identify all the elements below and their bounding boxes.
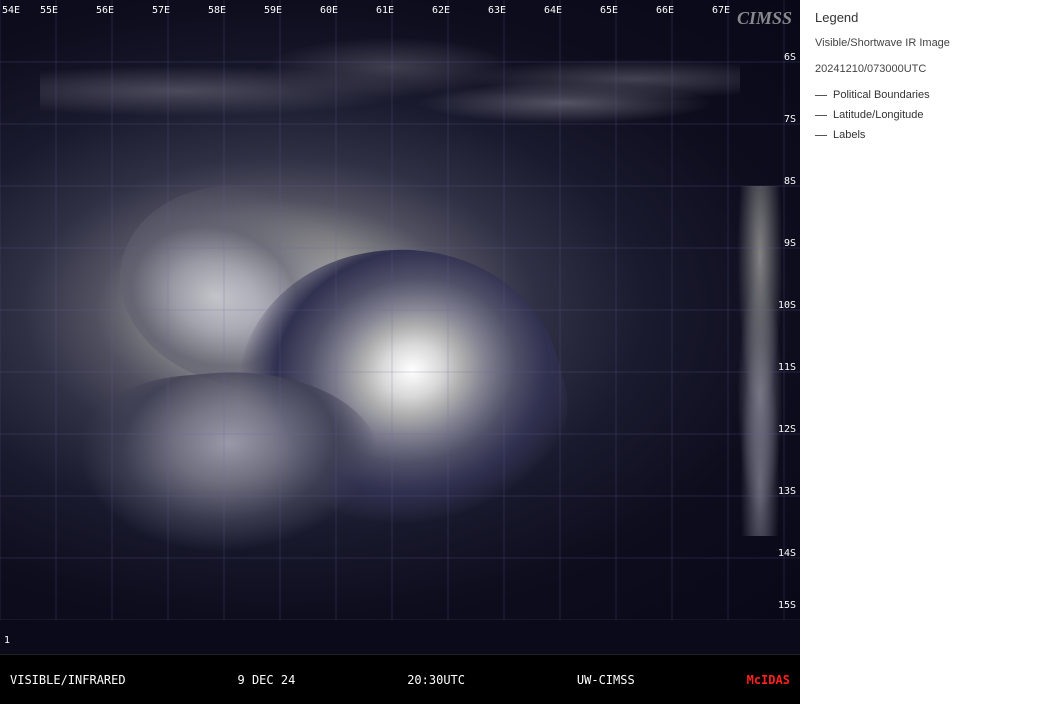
lon-label-67e: 67E: [712, 5, 730, 16]
lat-label-7s: 7S: [784, 114, 796, 125]
lon-label-65e: 65E: [600, 5, 618, 16]
legend-dash-political: [815, 95, 827, 96]
legend-label-latlon: Latitude/Longitude: [833, 109, 924, 121]
legend-timestamp: 20241210/073000UTC: [815, 63, 1039, 75]
lat-label-8s: 8S: [784, 176, 796, 187]
legend-dash-labels: [815, 135, 827, 136]
lat-label-12s: 12S: [778, 424, 796, 435]
lat-label-13s: 13S: [778, 486, 796, 497]
satellite-image: [0, 0, 800, 620]
lon-label-64e: 64E: [544, 5, 562, 16]
lat-label-10s: 10S: [778, 300, 796, 311]
legend-image-label: Visible/Shortwave IR Image: [815, 37, 1039, 49]
legend-panel: Legend Visible/Shortwave IR Image 202412…: [800, 0, 1054, 704]
lon-label-55e: 55E: [40, 5, 58, 16]
legend-label-political: Political Boundaries: [833, 89, 930, 101]
legend-label-labels: Labels: [833, 129, 865, 141]
lon-label-58e: 58E: [208, 5, 226, 16]
lon-label-56e: 56E: [96, 5, 114, 16]
lon-label-57e: 57E: [152, 5, 170, 16]
cimss-logo: CIMSS: [737, 8, 792, 29]
status-date: 9 DEC 24: [238, 673, 296, 687]
lon-label-61e: 61E: [376, 5, 394, 16]
lon-label-60e: 60E: [320, 5, 338, 16]
lat-label-14s: 14S: [778, 548, 796, 559]
main-container: 54E 55E 56E 57E 58E 59E 60E 61E 62E 63E …: [0, 0, 1054, 704]
legend-title: Legend: [815, 10, 1039, 25]
status-mode: VISIBLE/INFRARED: [10, 673, 126, 687]
lon-label-54e: 54E: [2, 5, 20, 16]
map-area: 54E 55E 56E 57E 58E 59E 60E 61E 62E 63E …: [0, 0, 800, 704]
lat-label-9s: 9S: [784, 238, 796, 249]
cloud-scatter-top: [40, 31, 740, 151]
lat-label-6s: 6S: [784, 52, 796, 63]
legend-item-labels: Labels: [815, 129, 1039, 141]
lat-label-15s: 15S: [778, 600, 796, 611]
lon-label-66e: 66E: [656, 5, 674, 16]
lon-label-59e: 59E: [264, 5, 282, 16]
lon-label-63e: 63E: [488, 5, 506, 16]
status-source: UW-CIMSS: [577, 673, 635, 687]
status-bar: VISIBLE/INFRARED 9 DEC 24 20:30UTC UW-CI…: [0, 654, 800, 704]
status-time: 20:30UTC: [407, 673, 465, 687]
number-badge: 1: [4, 635, 10, 646]
lat-label-11s: 11S: [778, 362, 796, 373]
lon-label-62e: 62E: [432, 5, 450, 16]
status-software: McIDAS: [747, 673, 790, 687]
legend-dash-latlon: [815, 115, 827, 116]
legend-item-political: Political Boundaries: [815, 89, 1039, 101]
legend-item-latlon: Latitude/Longitude: [815, 109, 1039, 121]
